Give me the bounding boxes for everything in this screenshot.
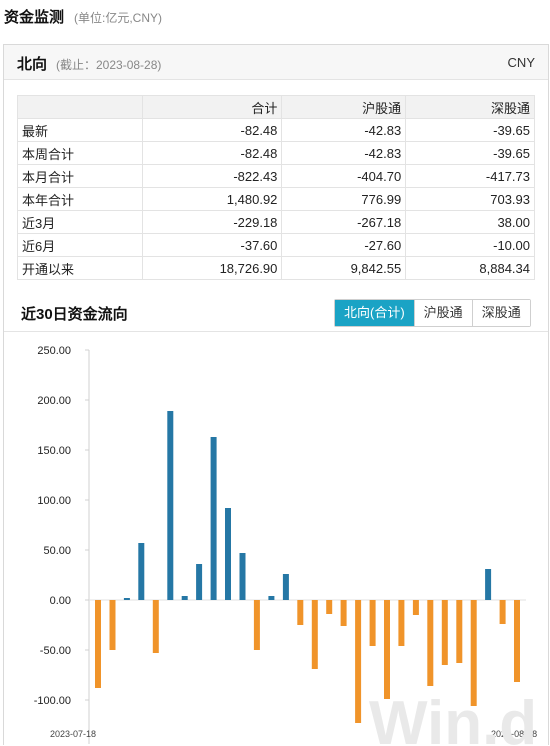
table-header-total: 合计 <box>141 95 283 119</box>
bar[interactable] <box>138 543 145 600</box>
table-row: 本月合计 -822.43 -404.70 -417.73 <box>17 164 535 188</box>
table-row: 本年合计 1,480.92 776.99 703.93 <box>17 187 535 211</box>
cell-shanghai: -267.18 <box>281 210 407 234</box>
flow-section-title: 近30日资金流向 <box>21 306 128 323</box>
row-label: 开通以来 <box>17 256 143 280</box>
bar[interactable] <box>456 600 463 663</box>
row-label: 本周合计 <box>17 141 143 165</box>
cell-total: -822.43 <box>141 164 283 188</box>
row-label: 本年合计 <box>17 187 143 211</box>
cell-shanghai: -404.70 <box>281 164 407 188</box>
bar[interactable] <box>326 600 333 614</box>
page-unit: (单位:亿元,CNY) <box>74 11 162 25</box>
table-row: 开通以来 18,726.90 9,842.55 8,884.34 <box>17 256 535 280</box>
chart-labels: 250.00 200.00 150.00 100.00 50.00 0.00 -50.00 -… <box>34 345 537 746</box>
cell-shenzhen: -10.00 <box>405 233 535 257</box>
cell-shenzhen: 703.93 <box>405 187 535 211</box>
table-header-shanghai: 沪股通 <box>281 95 407 119</box>
bar[interactable] <box>123 598 130 600</box>
cell-shanghai: -42.83 <box>281 141 407 165</box>
table-row: 最新 -82.48 -42.83 -39.65 <box>17 118 535 142</box>
bar[interactable] <box>196 564 203 600</box>
bar[interactable] <box>441 600 448 665</box>
row-label: 最新 <box>17 118 143 142</box>
bar[interactable] <box>268 596 275 600</box>
cell-shenzhen: -39.65 <box>405 118 535 142</box>
flow-chart-area: 250.00 200.00 150.00 100.00 50.00 0.00 -50.00 -… <box>4 331 548 746</box>
cell-shanghai: 9,842.55 <box>281 256 407 280</box>
y-tick-label: -50.00 <box>40 645 71 657</box>
bar[interactable] <box>282 574 289 600</box>
bar[interactable] <box>95 600 101 688</box>
bar[interactable] <box>369 600 376 646</box>
cell-shanghai: 776.99 <box>281 187 407 211</box>
table-row: 近3月 -229.18 -267.18 38.00 <box>17 210 535 234</box>
cell-shenzhen: -417.73 <box>405 164 535 188</box>
y-tick-label: 200.00 <box>37 395 71 407</box>
bar[interactable] <box>514 600 520 682</box>
chart-grid <box>85 349 526 744</box>
cell-shenzhen: -39.65 <box>405 141 535 165</box>
flow-bar-chart: 250.00 200.00 150.00 100.00 50.00 0.00 -50.00 -… <box>34 345 537 746</box>
y-tick-label: 50.00 <box>43 545 71 557</box>
bar[interactable] <box>297 600 304 625</box>
cell-shanghai: -42.83 <box>281 118 407 142</box>
bar[interactable] <box>210 437 217 600</box>
chart-bars <box>95 411 520 723</box>
row-label: 近6月 <box>17 233 143 257</box>
tab-shenzhen-connect[interactable]: 深股通 <box>471 300 530 326</box>
page-title: 资金监测 <box>4 9 65 26</box>
y-tick-label: 0.00 <box>50 595 71 607</box>
flow-summary-table: 合计 沪股通 深股通 最新 -82.48 -42.83 -39.65 本周合计 … <box>17 95 535 280</box>
y-tick-label: -100.00 <box>34 695 71 707</box>
bar[interactable] <box>253 600 260 650</box>
cell-shenzhen: 38.00 <box>405 210 535 234</box>
bar[interactable] <box>340 600 347 626</box>
bar[interactable] <box>181 596 188 600</box>
cell-total: -37.60 <box>141 233 283 257</box>
bar[interactable] <box>384 600 390 699</box>
row-label: 近3月 <box>17 210 143 234</box>
table-header-shenzhen: 深股通 <box>405 95 535 119</box>
bar[interactable] <box>225 508 231 600</box>
cell-shanghai: -27.60 <box>281 233 407 257</box>
bar[interactable] <box>427 600 434 686</box>
row-label: 本月合计 <box>17 164 143 188</box>
tab-northbound-total[interactable]: 北向(合计) <box>335 300 414 326</box>
wind-watermark: Win.d <box>369 689 537 746</box>
cell-total: -229.18 <box>141 210 283 234</box>
northbound-card: 北向 (截止：2023-08-28) CNY 合计 沪股通 深股通 最新 -82… <box>3 44 549 746</box>
cell-total: 18,726.90 <box>141 256 283 280</box>
y-tick-label: 150.00 <box>37 445 71 457</box>
y-tick-label: 250.00 <box>37 345 71 357</box>
y-tick-label: 100.00 <box>37 495 71 507</box>
x-tick-label-start: 2023-07-18 <box>50 729 96 739</box>
cell-shenzhen: 8,884.34 <box>405 256 535 280</box>
card-title: 北向 <box>17 56 48 73</box>
bar[interactable] <box>398 600 405 646</box>
tab-shanghai-connect[interactable]: 沪股通 <box>413 300 472 326</box>
bar[interactable] <box>152 600 159 653</box>
bar[interactable] <box>167 411 174 600</box>
table-header-blank <box>17 95 143 119</box>
table-row: 本周合计 -82.48 -42.83 -39.65 <box>17 141 535 165</box>
card-currency: CNY <box>507 55 535 70</box>
cell-total: -82.48 <box>141 141 283 165</box>
bar[interactable] <box>239 553 246 600</box>
bar[interactable] <box>355 600 362 723</box>
page-header: 资金监测 (单位:亿元,CNY) <box>0 0 550 34</box>
cell-total: -82.48 <box>141 118 283 142</box>
table-row: 近6月 -37.60 -27.60 -10.00 <box>17 233 535 257</box>
table-header-row: 合计 沪股通 深股通 <box>17 95 535 119</box>
bar[interactable] <box>485 569 492 600</box>
bar[interactable] <box>499 600 506 624</box>
bar[interactable] <box>109 600 116 650</box>
cell-total: 1,480.92 <box>141 187 283 211</box>
card-header: 北向 (截止：2023-08-28) CNY <box>4 45 548 80</box>
bar[interactable] <box>311 600 318 669</box>
card-date: (截止：2023-08-28) <box>56 58 162 72</box>
bar[interactable] <box>412 600 419 615</box>
flow-tabs: 北向(合计) 沪股通 深股通 <box>334 299 531 327</box>
